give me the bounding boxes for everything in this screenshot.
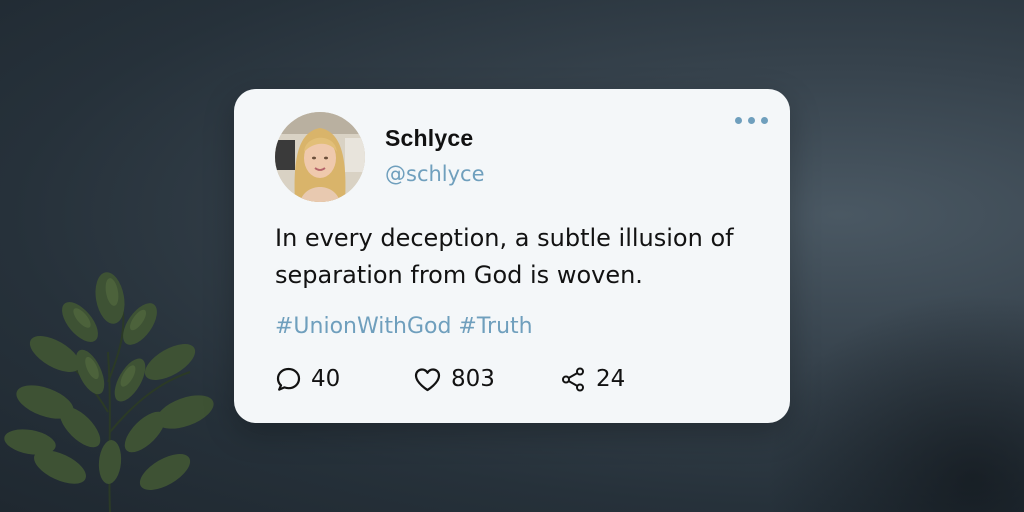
post-card: Schlyce @schlyce In every deception, a s… <box>234 89 790 423</box>
hashtags: #UnionWithGod #Truth <box>275 314 533 339</box>
post-text: In every deception, a subtle illusion of… <box>275 224 734 289</box>
author-display-name[interactable]: Schlyce <box>385 125 473 152</box>
hashtag-link[interactable]: #UnionWithGod <box>275 314 451 339</box>
more-horizontal-icon <box>735 117 742 124</box>
like-button[interactable]: 803 <box>413 362 495 396</box>
more-horizontal-icon-dot <box>761 117 768 124</box>
plant-decoration <box>4 272 214 512</box>
more-horizontal-icon-dot <box>748 117 755 124</box>
comment-bubble-icon <box>276 367 301 391</box>
wall-shadow <box>764 292 1024 512</box>
heart-icon <box>414 367 441 391</box>
share-count: 24 <box>596 366 626 392</box>
post-actions: 40 803 24 <box>275 362 755 396</box>
hashtag-link[interactable]: #Truth <box>458 314 532 339</box>
like-count: 803 <box>451 366 495 392</box>
more-options-button[interactable] <box>735 117 768 124</box>
author-handle[interactable]: @schlyce <box>385 162 485 186</box>
share-icon <box>562 367 584 391</box>
share-button[interactable]: 24 <box>560 362 625 396</box>
avatar[interactable] <box>275 112 365 202</box>
comment-count: 40 <box>311 366 341 392</box>
comment-button[interactable]: 40 <box>275 362 340 396</box>
